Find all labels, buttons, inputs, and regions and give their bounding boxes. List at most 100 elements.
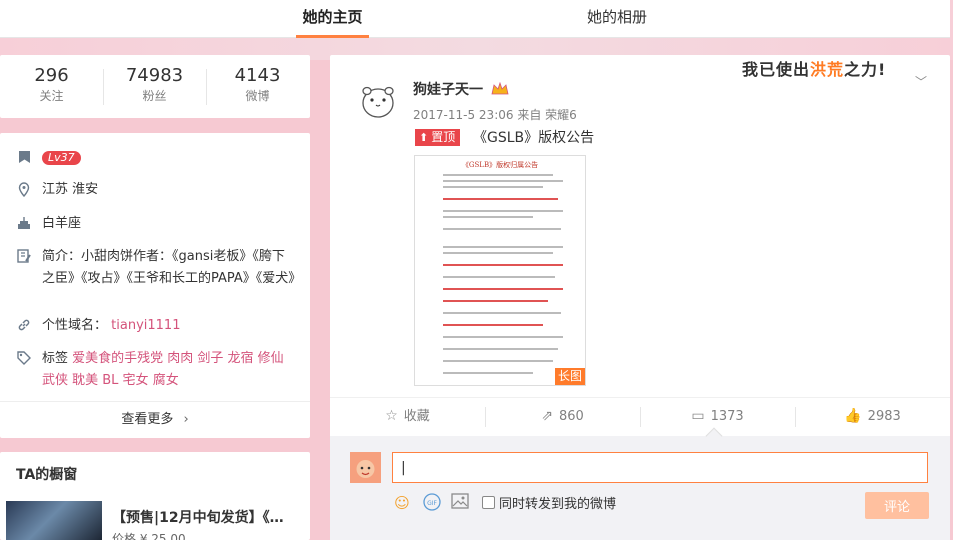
stat-weibo-value: 4143 — [234, 65, 281, 86]
chevron-right-icon: › — [183, 412, 189, 427]
post-meta: 2017-11-5 23:06 来自 荣耀6 — [413, 108, 577, 122]
tags-row: 标签 爱美食的手残党 肉肉 剑子 龙宿 修仙 武侠 耽美 BL 宅女 腐女 — [16, 348, 296, 392]
post-title: 《GSLB》版权公告 — [473, 130, 595, 146]
share-arrow-icon: ⇗ — [541, 408, 553, 424]
slogan-part: 我已使出 — [742, 60, 811, 79]
tags-label: 标签 — [42, 351, 69, 366]
doc-line — [443, 288, 563, 290]
see-more-label: 查看更多 — [121, 412, 174, 427]
favorite-label: 收藏 — [403, 409, 430, 424]
tab-her-home[interactable]: 她的主页 — [296, 0, 369, 38]
doc-line — [443, 210, 563, 212]
location-pin-icon — [16, 182, 32, 198]
comment-bubble-icon: ▭ — [691, 408, 705, 424]
location-row: 江苏 淮安 — [16, 179, 296, 201]
stat-followers[interactable]: 74983 粉丝 — [103, 64, 206, 104]
zodiac-row: 白羊座 — [16, 213, 296, 235]
hamster-avatar[interactable] — [358, 80, 398, 120]
long-image-badge: 长图 — [554, 368, 585, 385]
birthday-cake-icon — [16, 216, 32, 232]
doc-line — [443, 186, 543, 188]
doc-line — [443, 372, 533, 374]
comment-submit-button[interactable]: 评论 — [865, 492, 929, 519]
slogan-highlight: 洪荒 — [810, 60, 845, 79]
bio-row: 简介：小甜肉饼作者：《gansi老板》《胯下之臣》《攻占》《王爷和长工的PAPA… — [16, 246, 301, 290]
star-icon: ☆ — [385, 408, 398, 424]
slogan-part: 之力! — [844, 60, 887, 79]
doc-heading: 《GSLB》版权归属公告 — [461, 161, 539, 169]
stat-weibo-label: 微博 — [245, 89, 270, 103]
doc-line — [443, 252, 553, 254]
doc-line — [443, 324, 543, 326]
level-badge[interactable]: Lv37 — [42, 151, 81, 165]
doc-line — [443, 246, 563, 248]
shop-title: TA的橱窗 — [16, 467, 78, 483]
profile-info-card: Lv37 江苏 淮安 白羊座 简介：小甜肉饼作者：《gansi老板》《胯下之臣》… — [0, 133, 310, 438]
shop-item-name[interactable]: 【预售|12月中旬发货】《… — [112, 507, 302, 527]
like-button[interactable]: 👍 2983 — [795, 398, 950, 436]
edit-note-icon — [16, 249, 32, 265]
bio-label: 简介： — [42, 249, 82, 264]
comment-composer: ☺ GIF 同时转发到我的微博 评论 — [330, 427, 950, 540]
svg-text:GIF: GIF — [427, 500, 437, 507]
doc-line — [443, 300, 548, 302]
doc-line — [443, 264, 563, 266]
domain-row: 个性域名： tianyi1111 — [16, 315, 296, 337]
shop-item-thumbnail[interactable] — [6, 501, 102, 540]
repost-checkbox-label[interactable]: 同时转发到我的微博 — [499, 493, 616, 512]
emoji-icon[interactable]: ☺ — [392, 493, 412, 513]
shop-item-price: 价格 ¥ 25.00 — [112, 532, 186, 540]
stats-card: 296 关注 74983 粉丝 4143 微博 — [0, 55, 310, 118]
comment-count: 1373 — [710, 409, 744, 424]
stat-following[interactable]: 296 关注 — [0, 64, 103, 104]
stat-following-label: 关注 — [39, 89, 64, 103]
post-image[interactable]: 《GSLB》版权归属公告 长图 — [414, 155, 586, 386]
doc-line — [443, 174, 553, 176]
tag-icon — [16, 351, 32, 367]
my-avatar[interactable] — [350, 452, 381, 483]
doc-line — [443, 276, 555, 278]
location-text: 江苏 淮安 — [42, 182, 99, 197]
domain-label: 个性域名： — [42, 318, 108, 333]
doc-line — [443, 228, 561, 230]
comment-input[interactable] — [392, 452, 928, 483]
pin-arrow-icon: ⬆ — [419, 131, 429, 144]
vip-crown-icon[interactable] — [491, 81, 509, 95]
bio-text: 小甜肉饼作者：《gansi老板》《胯下之臣》《攻占》《王爷和长工的PAPA》《爱… — [42, 249, 302, 286]
favorite-button[interactable]: ☆ 收藏 — [330, 398, 485, 436]
pinned-badge: ⬆ 置顶 — [415, 129, 461, 146]
slogan-banner: 我已使出洪荒之力! — [742, 56, 886, 80]
see-more-button[interactable]: 查看更多 › — [0, 401, 310, 438]
shop-window-card: TA的橱窗 【预售|12月中旬发货】《… 价格 ¥ 25.00 — [0, 452, 310, 540]
pinned-post-card: 狗娃子天一 2017-11-5 23:06 来自 荣耀6 我已使出洪荒之力! ﹀… — [330, 55, 950, 540]
post-username[interactable]: 狗娃子天一 — [413, 79, 483, 99]
link-icon — [16, 318, 32, 334]
image-icon[interactable] — [450, 493, 470, 513]
doc-line — [443, 312, 561, 314]
chevron-down-icon[interactable]: ﹀ — [915, 73, 927, 90]
stat-weibo[interactable]: 4143 微博 — [206, 64, 309, 104]
like-count: 2983 — [867, 409, 901, 424]
tab-her-album[interactable]: 她的相册 — [582, 0, 652, 38]
doc-line — [443, 198, 558, 200]
doc-line — [443, 348, 558, 350]
doc-line — [443, 336, 563, 338]
level-row: Lv37 — [16, 147, 296, 169]
stat-followers-value: 74983 — [125, 65, 184, 86]
doc-line — [443, 216, 533, 218]
repost-button[interactable]: ⇗ 860 — [485, 398, 640, 436]
pinned-label: 置顶 — [431, 130, 456, 144]
stat-followers-label: 粉丝 — [142, 89, 167, 103]
thumbs-up-icon: 👍 — [844, 408, 862, 424]
repost-count: 860 — [558, 409, 584, 424]
doc-line — [443, 360, 553, 362]
profile-tab-bar: 她的主页 她的相册 — [0, 0, 950, 38]
repost-checkbox[interactable] — [482, 496, 495, 509]
doc-line — [443, 180, 563, 182]
tags-list[interactable]: 爱美食的手残党 肉肉 剑子 龙宿 修仙 武侠 耽美 BL 宅女 腐女 — [42, 351, 284, 388]
domain-link[interactable]: tianyi1111 — [111, 318, 180, 333]
gif-icon[interactable]: GIF — [422, 493, 442, 513]
bookmark-icon — [16, 150, 32, 166]
post-action-bar: ☆ 收藏 ⇗ 860 ▭ 1373 👍 2983 — [330, 397, 950, 435]
zodiac-text: 白羊座 — [42, 216, 82, 231]
